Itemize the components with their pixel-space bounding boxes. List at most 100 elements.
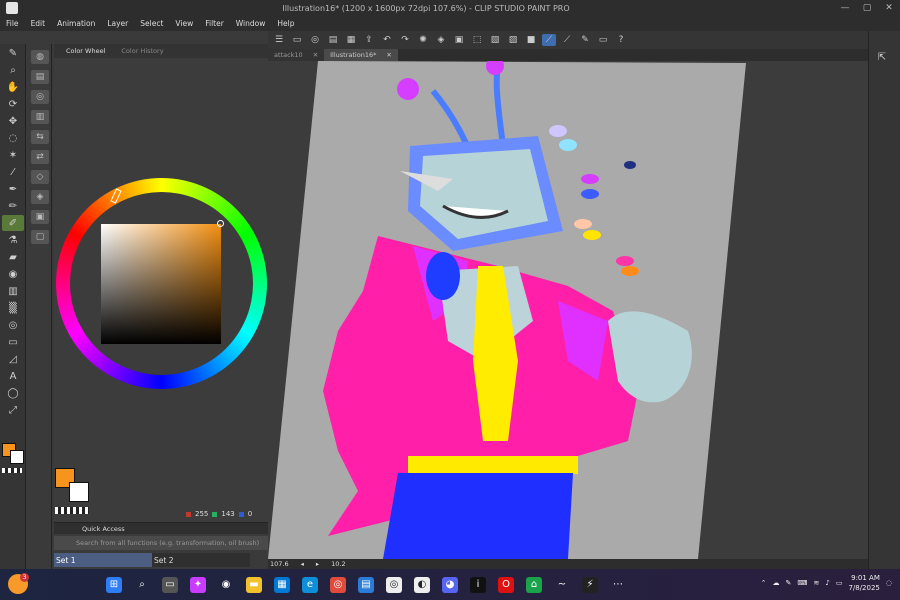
gradient-icon[interactable]: ▒ [2, 300, 24, 316]
sub-tool-icon[interactable]: ▣ [31, 210, 49, 224]
rotation-readout[interactable]: 10.2 [331, 560, 345, 568]
quick-access-search[interactable]: Search from all functions (e.g. transfor… [54, 536, 268, 550]
doc-tab-illustration16[interactable]: Illustration16* ✕ [324, 49, 398, 61]
move-icon[interactable]: ✥ [2, 113, 24, 129]
maximize-button[interactable]: ▢ [856, 3, 878, 13]
auto-select-icon[interactable]: ✶ [2, 147, 24, 163]
chrome-icon[interactable]: ◎ [330, 576, 346, 593]
zoom-icon[interactable]: ⌕ [2, 62, 24, 78]
signature-icon[interactable]: ~ [554, 577, 570, 593]
transparent-chip[interactable] [55, 507, 89, 514]
save-icon[interactable]: ▦ [344, 34, 358, 46]
minimize-button[interactable]: — [834, 3, 856, 13]
menu-icon[interactable]: ☰ [272, 34, 286, 46]
transform-icon[interactable]: ⬚ [470, 34, 484, 46]
close-button[interactable]: ✕ [878, 3, 900, 13]
more-icon[interactable]: ⋯ [610, 577, 626, 593]
ruler-snap-icon[interactable]: ⟋ [560, 34, 574, 46]
new-icon[interactable]: ▭ [290, 34, 304, 46]
cloud-icon[interactable]: ☁ [772, 579, 779, 587]
eraser-icon[interactable]: ▰ [2, 249, 24, 265]
sub-tool-icon[interactable]: ◇ [31, 170, 49, 184]
keyboard-icon[interactable]: ⌨ [797, 579, 807, 587]
frame-icon[interactable]: ▭ [2, 334, 24, 350]
sub-color-chip[interactable] [69, 482, 89, 502]
close-icon[interactable]: ✕ [313, 51, 318, 59]
sub-tool-icon[interactable]: ◎ [31, 90, 49, 104]
selection-border-icon[interactable]: ■ [524, 34, 538, 46]
grid-snap-icon[interactable]: ▭ [596, 34, 610, 46]
volume-icon[interactable]: ♪ [825, 579, 829, 587]
chevron-up-icon[interactable]: ⌃ [761, 579, 767, 587]
undo-icon[interactable]: ↶ [380, 34, 394, 46]
wifi-icon[interactable]: ≋ [813, 579, 819, 587]
text-icon[interactable]: A [2, 368, 24, 384]
opera-icon[interactable]: O [498, 576, 514, 593]
help-icon[interactable]: ? [614, 34, 628, 46]
ibis-icon[interactable]: i [470, 576, 486, 593]
obs-icon[interactable]: ◉ [218, 577, 234, 593]
lightning-icon[interactable]: ⚡ [582, 576, 598, 593]
sub-tool-icon[interactable]: ▢ [31, 230, 49, 244]
brush-icon[interactable]: ✐ [2, 215, 24, 231]
battery-icon[interactable]: ▭ [836, 579, 843, 587]
menu-layer[interactable]: Layer [107, 19, 128, 28]
correct-line-icon[interactable]: ⤢ [2, 402, 24, 418]
edge-icon[interactable]: e [302, 576, 318, 593]
clear-icon[interactable]: ◈ [434, 34, 448, 46]
sub-tool-icon[interactable]: ▥ [31, 110, 49, 124]
store-icon[interactable]: ▦ [274, 576, 290, 593]
zoom-in-icon[interactable]: ▸ [316, 560, 319, 568]
lasso-icon[interactable]: ◌ [2, 130, 24, 146]
zoom-out-icon[interactable]: ◂ [301, 560, 304, 568]
clip-studio-icon[interactable]: ◎ [386, 576, 402, 593]
fill-icon[interactable]: ▥ [2, 283, 24, 299]
menu-filter[interactable]: Filter [205, 19, 224, 28]
rotate-icon[interactable]: ⟳ [2, 96, 24, 112]
balloon-icon[interactable]: ◯ [2, 385, 24, 401]
pen-icon[interactable]: ✎ [2, 45, 24, 61]
sv-marker[interactable] [217, 220, 224, 227]
menu-window[interactable]: Window [236, 19, 266, 28]
zoom-readout[interactable]: 107.6 [270, 560, 289, 568]
guide-snap-icon[interactable]: ✎ [578, 34, 592, 46]
doc-tab-attack10[interactable]: attack10 ✕ [268, 49, 325, 61]
clip-studio-icon[interactable]: ◎ [308, 34, 322, 46]
set-1-tab[interactable]: Set 1 [54, 553, 152, 567]
pencil-icon[interactable]: ✏ [2, 198, 24, 214]
menu-file[interactable]: File [6, 19, 19, 28]
close-icon[interactable]: ✕ [386, 51, 391, 59]
sub-tool-icon[interactable]: ◍ [31, 50, 49, 64]
spinner-icon[interactable]: ✺ [416, 34, 430, 46]
open-icon[interactable]: ▤ [326, 34, 340, 46]
saturation-value-square[interactable] [101, 224, 221, 344]
pen-tool-icon[interactable]: ✒ [2, 181, 24, 197]
file-explorer-icon[interactable]: ▬ [246, 576, 262, 593]
sub-tool-icon[interactable]: ⇆ [31, 130, 49, 144]
notepad-icon[interactable]: ▤ [358, 576, 374, 593]
deselect-icon[interactable]: ▧ [488, 34, 502, 46]
menu-select[interactable]: Select [140, 19, 163, 28]
figure-icon[interactable]: ◎ [2, 317, 24, 333]
sub-tool-icon[interactable]: ⇄ [31, 150, 49, 164]
sub-tool-icon[interactable]: ◈ [31, 190, 49, 204]
menu-animation[interactable]: Animation [57, 19, 95, 28]
home-icon[interactable]: ⌂ [526, 576, 542, 593]
redo-icon[interactable]: ↷ [398, 34, 412, 46]
smoothing-icon[interactable]: ⟋ [542, 34, 556, 46]
copilot-icon[interactable]: ✦ [190, 576, 206, 593]
ruler-icon[interactable]: ◿ [2, 351, 24, 367]
canvas-area[interactable] [268, 61, 868, 559]
eyedropper-icon[interactable]: ⁄ [2, 164, 24, 180]
notification-icon[interactable]: ◌ [886, 579, 892, 587]
fill-selection-icon[interactable]: ▣ [452, 34, 466, 46]
tab-color-wheel[interactable]: Color Wheel [66, 47, 105, 55]
clip-studio-paint-icon[interactable]: ◐ [414, 576, 430, 593]
panel-toggle-icon[interactable]: ⇱ [871, 49, 893, 65]
artwork-canvas[interactable] [268, 61, 868, 559]
pen-icon[interactable]: ✎ [785, 579, 791, 587]
airbrush-icon[interactable]: ⚗ [2, 232, 24, 248]
menu-help[interactable]: Help [277, 19, 294, 28]
hand-icon[interactable]: ✋ [2, 79, 24, 95]
menu-view[interactable]: View [175, 19, 193, 28]
